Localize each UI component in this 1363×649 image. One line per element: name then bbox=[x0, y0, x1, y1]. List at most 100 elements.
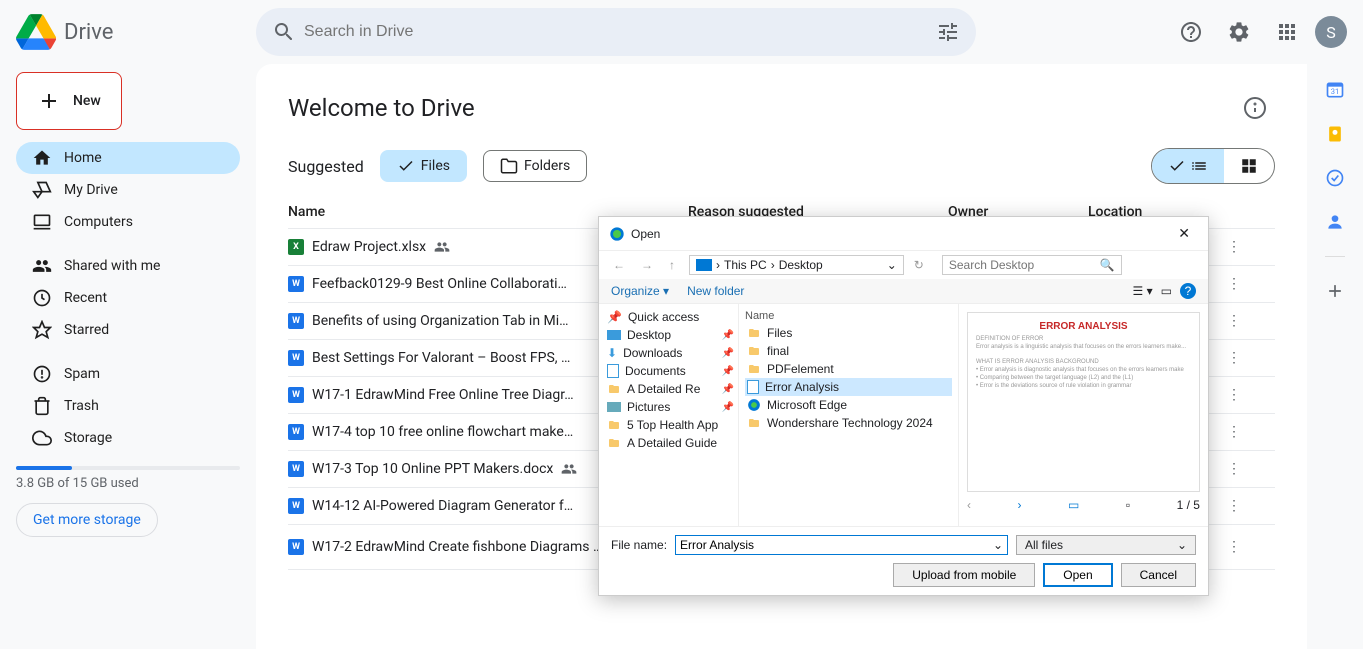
word-icon: W bbox=[288, 350, 304, 366]
forward-button[interactable]: → bbox=[635, 256, 659, 274]
word-icon: W bbox=[288, 461, 304, 477]
more-actions-button[interactable]: ⋮ bbox=[1227, 424, 1241, 440]
word-icon: W bbox=[288, 498, 304, 514]
contacts-icon[interactable] bbox=[1325, 212, 1345, 232]
nav-starred[interactable]: Starred bbox=[16, 314, 240, 346]
tree-item[interactable]: Documents📌 bbox=[607, 362, 734, 380]
trash-icon bbox=[32, 396, 52, 416]
path-bar[interactable]: ›This PC ›Desktop ⌄ bbox=[689, 255, 904, 275]
view-mode-button[interactable]: ☰ ▾ bbox=[1133, 284, 1153, 298]
more-actions-button[interactable]: ⋮ bbox=[1227, 276, 1241, 292]
search-icon: 🔍 bbox=[1100, 258, 1115, 272]
refresh-button[interactable]: ↻ bbox=[908, 256, 930, 274]
dialog-toolbar: Organize ▾ New folder ☰ ▾ ▭ ? bbox=[599, 279, 1208, 304]
settings-icon[interactable] bbox=[1219, 12, 1259, 52]
nav-home[interactable]: Home bbox=[16, 142, 240, 174]
view-toggle bbox=[1151, 148, 1275, 184]
file-list: Name FilesfinalPDFelementError AnalysisM… bbox=[739, 304, 959, 526]
back-button[interactable]: ← bbox=[607, 256, 631, 274]
file-name: W17-2 EdrawMind Create fishbone Diagrams… bbox=[312, 539, 602, 555]
tree-item[interactable]: 📌Quick access bbox=[607, 308, 734, 326]
tune-icon[interactable] bbox=[936, 20, 960, 44]
more-storage-button[interactable]: Get more storage bbox=[16, 503, 158, 537]
help-icon[interactable] bbox=[1171, 12, 1211, 52]
folders-chip[interactable]: Folders bbox=[483, 150, 587, 182]
home-icon bbox=[32, 148, 52, 168]
file-name: W17-4 top 10 free online flowchart make… bbox=[312, 424, 573, 440]
navigation-tree: 📌Quick accessDesktop📌⬇Downloads📌Document… bbox=[599, 304, 739, 526]
more-actions-button[interactable]: ⋮ bbox=[1227, 239, 1241, 255]
zoom-page-button[interactable]: ▫ bbox=[1126, 498, 1130, 512]
organize-button[interactable]: Organize ▾ bbox=[611, 284, 669, 298]
page-title: Welcome to Drive bbox=[288, 94, 475, 122]
side-panel: 31 bbox=[1307, 64, 1363, 649]
logo[interactable]: Drive bbox=[16, 12, 256, 52]
upload-mobile-button[interactable]: Upload from mobile bbox=[893, 563, 1035, 587]
dialog-search[interactable]: 🔍 bbox=[942, 255, 1122, 275]
close-button[interactable]: ✕ bbox=[1170, 223, 1198, 244]
newfolder-button[interactable]: New folder bbox=[687, 284, 744, 298]
filename-input[interactable]: ⌄ bbox=[675, 535, 1008, 555]
tree-item[interactable]: A Detailed Guide bbox=[607, 434, 734, 452]
calendar-icon[interactable]: 31 bbox=[1325, 80, 1345, 100]
tree-item[interactable]: A Detailed Re📌 bbox=[607, 380, 734, 398]
up-button[interactable]: ↑ bbox=[663, 256, 681, 274]
nav-my-drive[interactable]: My Drive bbox=[16, 174, 240, 206]
tree-item[interactable]: 5 Top Health App bbox=[607, 416, 734, 434]
apps-icon[interactable] bbox=[1267, 12, 1307, 52]
nav-spam[interactable]: Spam bbox=[16, 358, 240, 390]
nav-trash[interactable]: Trash bbox=[16, 390, 240, 422]
spam-icon bbox=[32, 364, 52, 384]
help-icon[interactable]: ? bbox=[1180, 283, 1196, 299]
sidebar: New Home My Drive Computers Shared with … bbox=[0, 64, 256, 649]
more-actions-button[interactable]: ⋮ bbox=[1227, 313, 1241, 329]
tree-item[interactable]: Pictures📌 bbox=[607, 398, 734, 416]
word-icon: W bbox=[288, 424, 304, 440]
avatar[interactable]: S bbox=[1315, 16, 1347, 48]
next-page-button[interactable]: › bbox=[1018, 498, 1022, 512]
more-actions-button[interactable]: ⋮ bbox=[1227, 387, 1241, 403]
nav-computers[interactable]: Computers bbox=[16, 206, 240, 238]
search-bar[interactable] bbox=[256, 8, 976, 56]
dialog-nav: ← → ↑ ›This PC ›Desktop ⌄ ↻ 🔍 bbox=[599, 251, 1208, 279]
keep-icon[interactable] bbox=[1325, 124, 1345, 144]
more-actions-button[interactable]: ⋮ bbox=[1227, 539, 1241, 555]
page-counter: 1 / 5 bbox=[1177, 498, 1200, 512]
search-input[interactable] bbox=[304, 23, 936, 41]
info-icon[interactable] bbox=[1235, 88, 1275, 128]
nav-recent[interactable]: Recent bbox=[16, 282, 240, 314]
tree-item[interactable]: ⬇Downloads📌 bbox=[607, 344, 734, 362]
zoom-fit-button[interactable]: ▭ bbox=[1068, 498, 1079, 512]
search-icon bbox=[272, 20, 296, 44]
filetype-filter[interactable]: All files⌄ bbox=[1016, 535, 1196, 555]
prev-page-button[interactable]: ‹ bbox=[967, 498, 971, 512]
list-header[interactable]: Name bbox=[745, 308, 952, 324]
suggested-label: Suggested bbox=[288, 157, 364, 176]
more-actions-button[interactable]: ⋮ bbox=[1227, 461, 1241, 477]
list-item[interactable]: Wondershare Technology 2024 bbox=[745, 414, 952, 432]
app-name: Drive bbox=[64, 20, 113, 45]
tree-item[interactable]: Desktop📌 bbox=[607, 326, 734, 344]
nav-shared[interactable]: Shared with me bbox=[16, 250, 240, 282]
files-chip[interactable]: Files bbox=[380, 150, 467, 182]
list-item[interactable]: Microsoft Edge bbox=[745, 396, 952, 414]
list-item[interactable]: PDFelement bbox=[745, 360, 952, 378]
file-name: Edraw Project.xlsx bbox=[312, 239, 426, 255]
file-name: W17-1 EdrawMind Free Online Tree Diagr… bbox=[312, 387, 574, 403]
list-view-button[interactable] bbox=[1152, 149, 1224, 183]
tasks-icon[interactable] bbox=[1325, 168, 1345, 188]
list-item[interactable]: Error Analysis bbox=[745, 378, 952, 396]
open-button[interactable]: Open bbox=[1043, 563, 1112, 587]
preview-pane-button[interactable]: ▭ bbox=[1161, 284, 1172, 298]
list-item[interactable]: Files bbox=[745, 324, 952, 342]
more-actions-button[interactable]: ⋮ bbox=[1227, 498, 1241, 514]
more-actions-button[interactable]: ⋮ bbox=[1227, 350, 1241, 366]
new-button[interactable]: New bbox=[16, 72, 122, 130]
grid-view-button[interactable] bbox=[1224, 149, 1274, 183]
nav-storage[interactable]: Storage bbox=[16, 422, 240, 454]
list-item[interactable]: final bbox=[745, 342, 952, 360]
cancel-button[interactable]: Cancel bbox=[1121, 563, 1196, 587]
add-icon[interactable] bbox=[1325, 281, 1345, 301]
dialog-search-input[interactable] bbox=[949, 258, 1100, 272]
filename-label: File name: bbox=[611, 538, 667, 552]
